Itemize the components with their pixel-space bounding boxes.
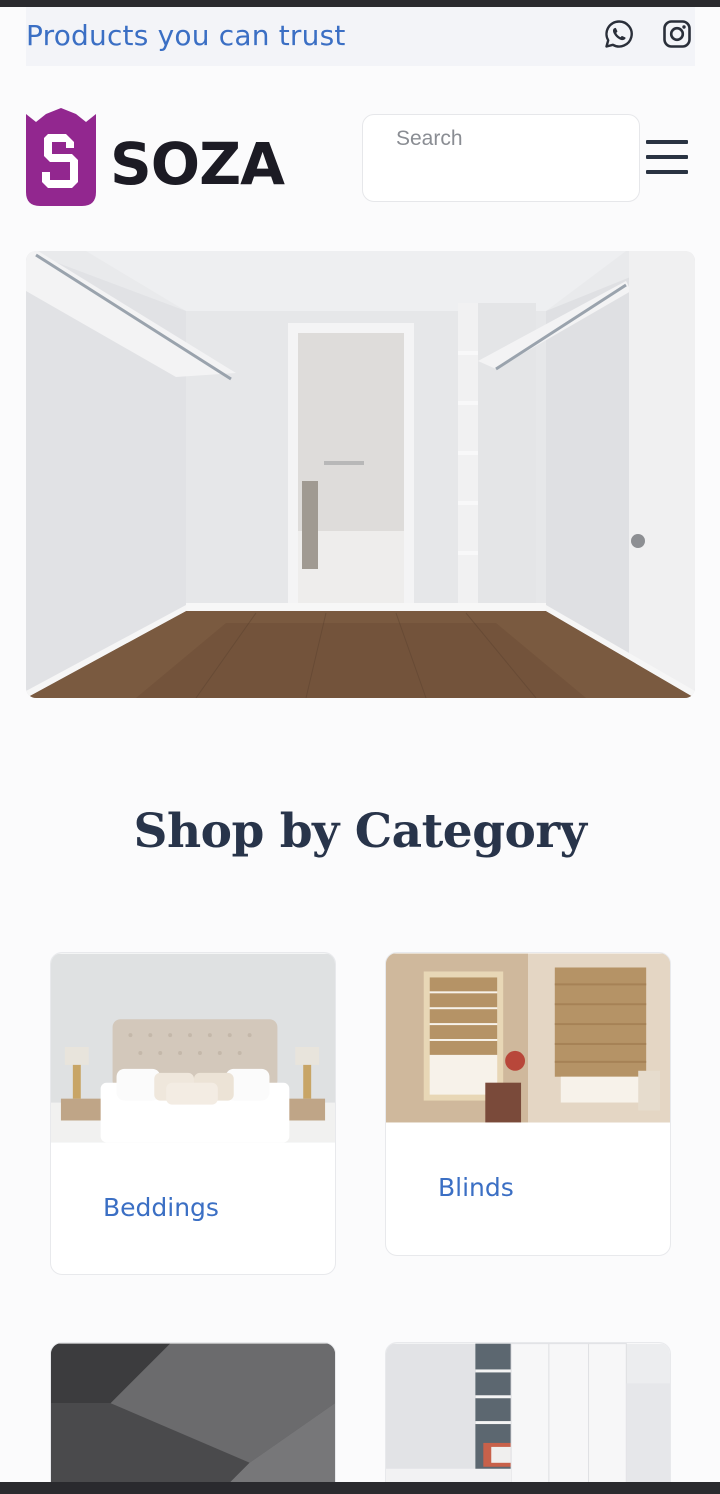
instagram-icon[interactable]: [662, 19, 692, 49]
whatsapp-icon[interactable]: [604, 19, 634, 49]
menu-bar: [646, 140, 688, 144]
hamburger-menu-icon[interactable]: [646, 140, 688, 176]
browser-top-edge: [0, 0, 720, 7]
category-image: [51, 1343, 335, 1494]
search-box[interactable]: [362, 114, 640, 202]
logo-mark-icon: [26, 108, 96, 206]
tagline: Products you can trust: [26, 19, 346, 52]
category-card-blinds[interactable]: Blinds: [385, 952, 671, 1256]
brand-name: SOZA: [110, 130, 285, 198]
brand-logo[interactable]: SOZA: [26, 108, 286, 208]
category-card-carpets[interactable]: [50, 1342, 336, 1494]
menu-bar: [646, 155, 688, 159]
category-label: Beddings: [103, 1193, 219, 1222]
category-label: Blinds: [438, 1173, 514, 1202]
menu-bar: [646, 170, 688, 174]
search-input[interactable]: [396, 125, 626, 153]
browser-bottom-edge: [0, 1482, 720, 1494]
section-title: Shop by Category: [133, 804, 587, 859]
category-image: [51, 953, 335, 1143]
announcement-bar: Products you can trust: [26, 7, 695, 66]
category-card-beddings[interactable]: Beddings: [50, 952, 336, 1275]
hero-banner-image: [26, 251, 695, 698]
category-image: [386, 1343, 670, 1494]
category-card-wardrobes[interactable]: [385, 1342, 671, 1494]
category-image: [386, 953, 670, 1123]
